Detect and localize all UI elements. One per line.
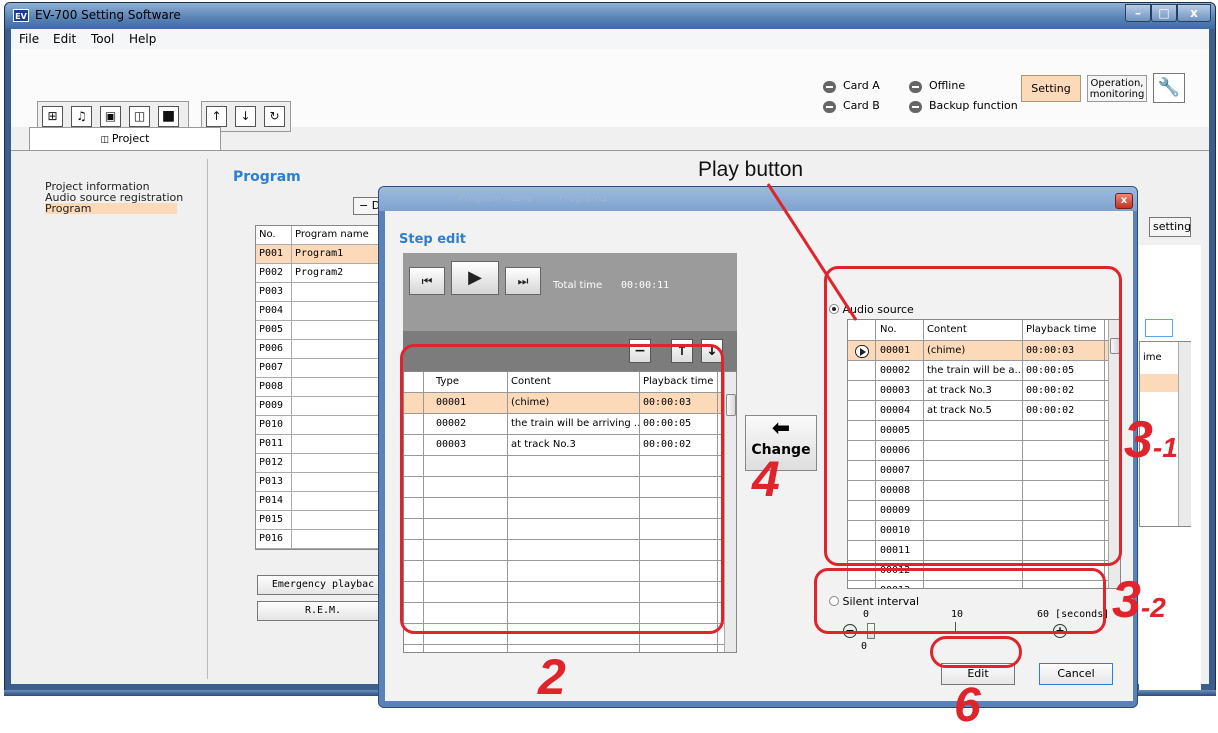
annotation-3-1-main: 3 bbox=[1124, 411, 1153, 469]
annotation-3-1-sub: -1 bbox=[1152, 432, 1178, 463]
annotation-number-2: 2 bbox=[538, 649, 566, 705]
annotation-number-3-1: 3-1 bbox=[1124, 410, 1178, 470]
annotation-box-3-1 bbox=[824, 266, 1122, 566]
annotation-number-6: 6 bbox=[954, 679, 981, 732]
annotation-box-3-2 bbox=[814, 568, 1106, 634]
annotation-number-3-2: 3-2 bbox=[1112, 570, 1166, 630]
annotation-3-2-sub: -2 bbox=[1140, 592, 1166, 623]
annotation-number-4: 4 bbox=[752, 451, 780, 507]
annotation-box-6 bbox=[930, 636, 1022, 668]
annotation-3-2-main: 3 bbox=[1112, 571, 1141, 629]
annotation-box-2 bbox=[400, 344, 724, 634]
